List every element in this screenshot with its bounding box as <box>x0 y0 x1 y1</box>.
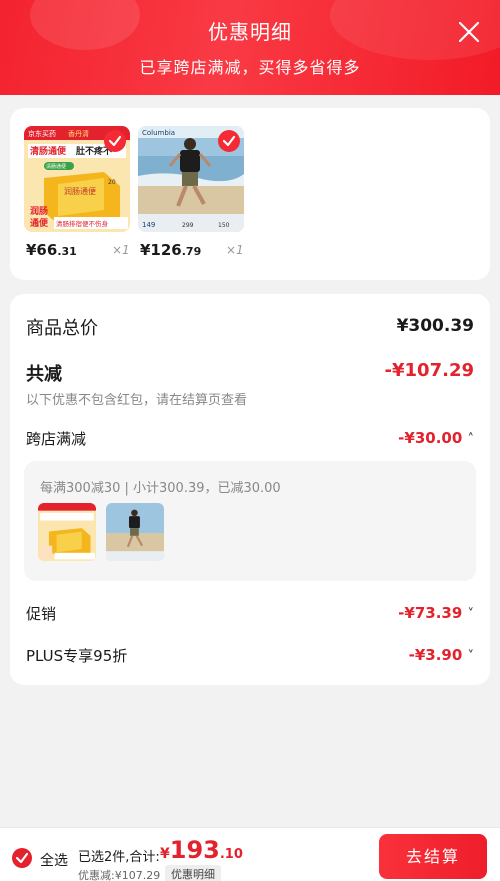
close-icon[interactable] <box>455 18 483 46</box>
product-thumbnail[interactable]: 京东买药 香丹清 清肠通便 肚不疼不 清肠通便 润肠通便 20 润肠 通便 清肠… <box>24 126 130 232</box>
checkout-button[interactable]: 去结算 <box>379 834 487 879</box>
product-price: ¥66.31 <box>26 241 77 259</box>
selected-check-icon[interactable] <box>104 130 126 152</box>
discount-value: -¥3.90 ˅ <box>408 646 475 664</box>
chevron-down-icon[interactable]: ˅ <box>468 649 475 664</box>
product-image-medicine <box>38 503 96 561</box>
svg-text:香丹清: 香丹清 <box>68 129 89 138</box>
selected-info: 已选2件,合计: <box>78 850 160 865</box>
discount-label: 促销 <box>26 605 57 623</box>
page-subtitle: 已享跨店满减，买得多省得多 <box>139 58 361 77</box>
discount-header: 优惠明细 已享跨店满减，买得多省得多 <box>0 0 500 95</box>
select-all-label[interactable]: 全选 <box>40 850 68 870</box>
saved-amount: 优惠减:¥107.29 <box>78 869 161 881</box>
product-item[interactable]: Columbia 149 299 150 ¥126.79 ×1 <box>138 126 244 259</box>
total-amount: ¥193.10 <box>160 836 243 864</box>
chevron-down-icon[interactable]: ˅ <box>468 607 475 622</box>
total-reduce-value: -¥107.29 <box>384 360 474 381</box>
product-thumbnail[interactable]: Columbia 149 299 150 <box>138 126 244 232</box>
chevron-up-icon[interactable]: ˄ <box>468 432 475 447</box>
cross-store-rule: 每满300减30 | 小计300.39，已减30.00 <box>40 481 281 496</box>
mini-product-thumbnail <box>106 503 164 561</box>
cross-store-detail: 每满300减30 | 小计300.39，已减30.00 <box>24 461 476 581</box>
svg-text:149: 149 <box>142 221 155 229</box>
product-item[interactable]: 京东买药 香丹清 清肠通便 肚不疼不 清肠通便 润肠通便 20 润肠 通便 清肠… <box>24 126 130 259</box>
discount-summary-card: 商品总价 ¥300.39 共减 -¥107.29 以下优惠不包含红包，请在结算页… <box>10 294 490 685</box>
product-quantity: ×1 <box>112 243 130 257</box>
svg-text:299: 299 <box>182 222 194 229</box>
discount-label: 跨店满减 <box>26 430 87 448</box>
discount-label: PLUS专享95折 <box>26 647 128 665</box>
discount-value: -¥73.39 ˅ <box>398 604 474 622</box>
discount-value: -¥30.00 ˄ <box>398 429 474 447</box>
select-all-checkbox[interactable] <box>12 848 32 868</box>
total-reduce-label: 共减 <box>26 364 62 385</box>
svg-text:润肠通便: 润肠通便 <box>64 186 96 196</box>
svg-text:润肠: 润肠 <box>30 205 48 217</box>
svg-text:150: 150 <box>218 222 230 229</box>
product-price: ¥126.79 <box>140 241 202 259</box>
svg-text:清肠通便: 清肠通便 <box>46 163 66 170</box>
selected-check-icon[interactable] <box>218 130 240 152</box>
products-card: 京东买药 香丹清 清肠通便 肚不疼不 清肠通便 润肠通便 20 润肠 通便 清肠… <box>10 108 490 280</box>
page-title: 优惠明细 <box>208 20 292 44</box>
svg-text:通便: 通便 <box>30 217 49 229</box>
product-image-apparel <box>106 503 164 561</box>
checkout-bar: 全选 已选2件,合计: ¥193.10 优惠减:¥107.29 优惠明细 去结算 <box>0 827 500 881</box>
svg-text:清肠通便: 清肠通便 <box>30 145 67 157</box>
svg-text:清肠排宿便不伤身: 清肠排宿便不伤身 <box>56 219 109 228</box>
mini-product-thumbnail <box>38 503 96 561</box>
svg-text:20: 20 <box>108 179 116 186</box>
check-icon <box>15 852 29 864</box>
product-quantity: ×1 <box>226 243 244 257</box>
reduce-note: 以下优惠不包含红包，请在结算页查看 <box>26 393 248 408</box>
discount-detail-tag[interactable]: 优惠明细 <box>165 865 221 881</box>
total-price-value: ¥300.39 <box>396 316 474 336</box>
svg-text:Columbia: Columbia <box>142 129 175 137</box>
svg-text:京东买药: 京东买药 <box>28 129 56 138</box>
total-price-label: 商品总价 <box>26 318 98 339</box>
